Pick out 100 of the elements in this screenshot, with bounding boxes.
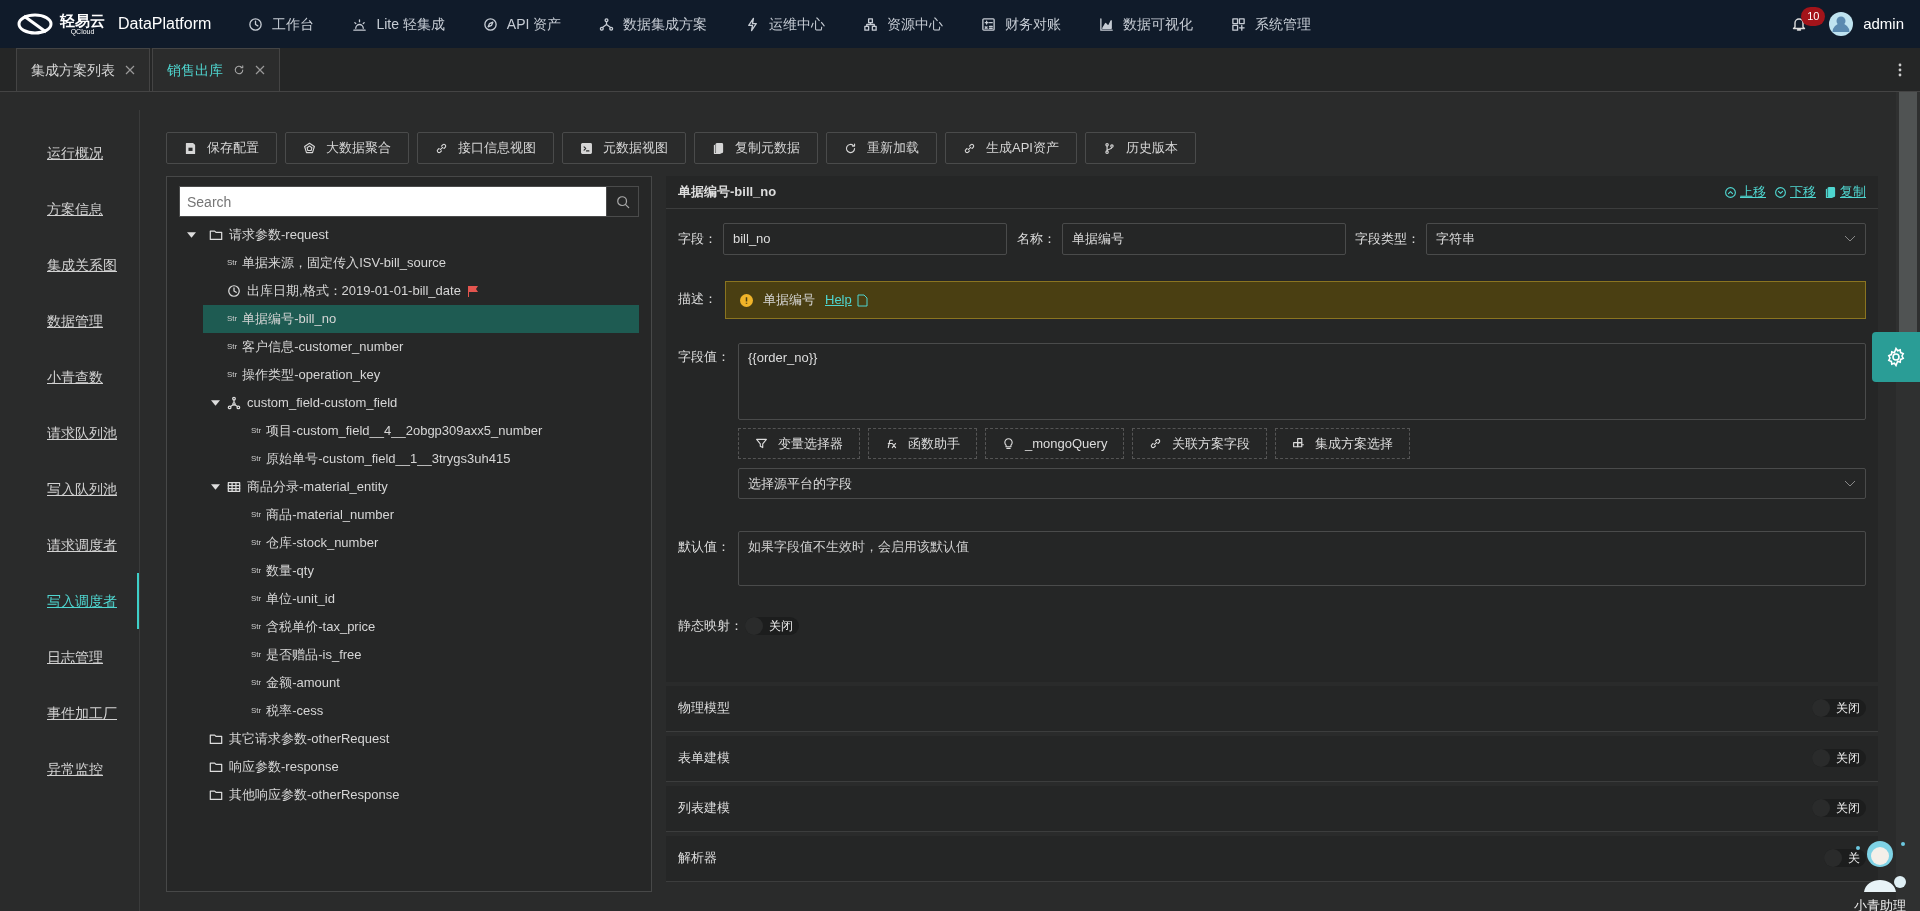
toggle-switch[interactable]: 关闭	[745, 616, 799, 635]
section-header[interactable]: 解析器 关	[666, 835, 1878, 882]
user-name[interactable]: admin	[1863, 12, 1904, 36]
panel-action[interactable]: 上移	[1724, 182, 1766, 202]
nav-link[interactable]: Lite 轻集成	[333, 13, 464, 35]
tree-node[interactable]: Str 客户信息-customer_number	[203, 333, 639, 361]
nav-link[interactable]: 系统管理	[1212, 13, 1331, 35]
close-icon[interactable]	[125, 65, 135, 75]
toolbar-button[interactable]: 接口信息视图	[417, 132, 554, 164]
helper-button[interactable]: 变量选择器	[738, 428, 860, 459]
toolbar-button[interactable]: 大数据聚合	[285, 132, 409, 164]
nav-link[interactable]: 资源中心	[844, 13, 963, 35]
tree-node[interactable]: 其它请求参数-otherRequest	[179, 725, 639, 753]
settings-button[interactable]	[1872, 332, 1920, 382]
sidebar-item[interactable]: 运行概况	[0, 125, 139, 181]
section-header[interactable]: 表单建模 关闭	[666, 735, 1878, 782]
text-area[interactable]: 如果字段值不生效时，会启用该默认值	[738, 531, 1866, 586]
toggle-switch[interactable]: 关闭	[1812, 699, 1866, 717]
tree-node[interactable]: Str 原始单号-custom_field__1__3trygs3uh415	[227, 445, 639, 473]
tree-node[interactable]: 出库日期,格式：2019-01-01-bill_date	[203, 277, 639, 305]
toggle-switch[interactable]: 关闭	[1812, 799, 1866, 817]
toolbar-button[interactable]: 保存配置	[166, 132, 277, 164]
more-icon[interactable]	[1898, 61, 1902, 78]
nav-link[interactable]: 数据集成方案	[580, 13, 727, 35]
tab[interactable]: 集成方案列表	[16, 48, 150, 91]
sidebar-item[interactable]: 数据管理	[0, 293, 139, 349]
toggle-switch[interactable]: 关	[1824, 849, 1866, 867]
nav-link[interactable]: 财务对账	[962, 13, 1081, 35]
input-field[interactable]: bill_no	[723, 223, 1007, 255]
toolbar-button[interactable]: 复制元数据	[694, 132, 818, 164]
helper-button[interactable]: 集成方案选择	[1275, 428, 1411, 459]
nav-link[interactable]: API 资产	[463, 13, 581, 35]
search-icon[interactable]	[615, 194, 630, 209]
caret-icon[interactable]	[210, 400, 220, 406]
tree-node[interactable]: 请求参数-request	[179, 221, 639, 249]
tree-node[interactable]: 响应参数-response	[179, 753, 639, 781]
sidebar-item[interactable]: 写入队列池	[0, 461, 139, 517]
tree-node[interactable]: Str 单位-unit_id	[227, 585, 639, 613]
sidebar-item[interactable]: 事件加工厂	[0, 685, 139, 741]
nodes-icon	[599, 16, 615, 32]
sidebar-item[interactable]: 异常监控	[0, 741, 139, 797]
sidebar-item[interactable]: 请求队列池	[0, 405, 139, 461]
warning-icon	[740, 293, 753, 307]
caret-icon[interactable]	[210, 484, 220, 490]
tree-node[interactable]: Str 项目-custom_field__4__2obgp309axx5_number	[227, 417, 639, 445]
helper-button[interactable]: _mongoQuery	[985, 428, 1125, 459]
nav-link[interactable]: 工作台	[229, 13, 334, 35]
caret-icon[interactable]	[186, 232, 196, 238]
sidebar-item[interactable]: 集成关系图	[0, 237, 139, 293]
toolbar-button[interactable]: 生成API资产	[945, 132, 1077, 164]
assistant-label[interactable]: 小青助理	[1854, 895, 1906, 911]
toolbar-button[interactable]: 历史版本	[1084, 132, 1196, 164]
input-field[interactable]: 单据编号	[1061, 223, 1346, 255]
area-chart-icon	[1099, 16, 1115, 32]
close-icon[interactable]	[255, 65, 265, 75]
tree-node[interactable]: Str 税率-cess	[227, 697, 639, 725]
branch-icon	[1102, 141, 1116, 155]
folder-icon	[209, 732, 223, 746]
sidebar-item[interactable]: 日志管理	[0, 629, 139, 685]
helper-button[interactable]: 函数助手	[868, 428, 977, 459]
select-field[interactable]: 选择源平台的字段	[738, 468, 1866, 499]
section-header[interactable]: 列表建模 关闭	[666, 785, 1878, 832]
document-icon[interactable]	[856, 293, 868, 307]
text-area[interactable]: {{order_no}}	[738, 343, 1866, 420]
sidebar-item[interactable]: 方案信息	[0, 181, 139, 237]
tree-node[interactable]: Str 数量-qty	[227, 557, 639, 585]
toolbar-button[interactable]: 元数据视图	[562, 132, 686, 164]
nav-link[interactable]: 数据可视化	[1080, 13, 1213, 35]
chevron-icon	[1844, 479, 1856, 488]
search-button[interactable]	[607, 186, 639, 217]
panel-action[interactable]: 下移	[1774, 182, 1816, 202]
user-avatar[interactable]	[1829, 12, 1854, 36]
section-header[interactable]: 物理模型 关闭	[666, 685, 1878, 732]
tree-node[interactable]: Str 金额-amount	[227, 669, 639, 697]
tree-node[interactable]: Str 商品-material_number	[227, 501, 639, 529]
sidebar-item[interactable]: 写入调度者	[0, 573, 139, 629]
tree-node[interactable]: custom_field-custom_field	[203, 389, 639, 417]
tree-node[interactable]: Str 含税单价-tax_price	[227, 613, 639, 641]
reload-icon[interactable]	[233, 64, 245, 76]
toggle-switch[interactable]: 关闭	[1812, 749, 1866, 767]
sidebar-item[interactable]: 小青查数	[0, 349, 139, 405]
tree-node[interactable]: Str 单据编号-bill_no	[203, 305, 639, 333]
panel-action[interactable]: 复制	[1824, 182, 1866, 202]
tree-node[interactable]: 商品分录-material_entity	[203, 473, 639, 501]
tree-node[interactable]: 其他响应参数-otherResponse	[179, 781, 639, 809]
sidebar-item[interactable]: 请求调度者	[0, 517, 139, 573]
helper-button[interactable]: 关联方案字段	[1132, 428, 1268, 459]
tree-node[interactable]: Str 是否赠品-is_free	[227, 641, 639, 669]
help-link[interactable]: Help	[825, 290, 868, 310]
tab[interactable]: 销售出库	[152, 48, 280, 91]
search-field[interactable]: Search	[179, 186, 607, 217]
tree-node[interactable]: Str 操作类型-operation_key	[203, 361, 639, 389]
tree-node[interactable]: Str 单据来源，固定传入ISV-bill_source	[203, 249, 639, 277]
select-field[interactable]: 字符串	[1426, 223, 1866, 255]
toolbar-button[interactable]: 重新加载	[826, 132, 937, 164]
nav-link[interactable]: 运维中心	[726, 13, 845, 35]
bell-icon[interactable]	[1791, 16, 1808, 32]
tree-node[interactable]: Str 仓库-stock_number	[227, 529, 639, 557]
settings-icon[interactable]	[1886, 347, 1906, 367]
blocks-icon	[1292, 437, 1306, 450]
